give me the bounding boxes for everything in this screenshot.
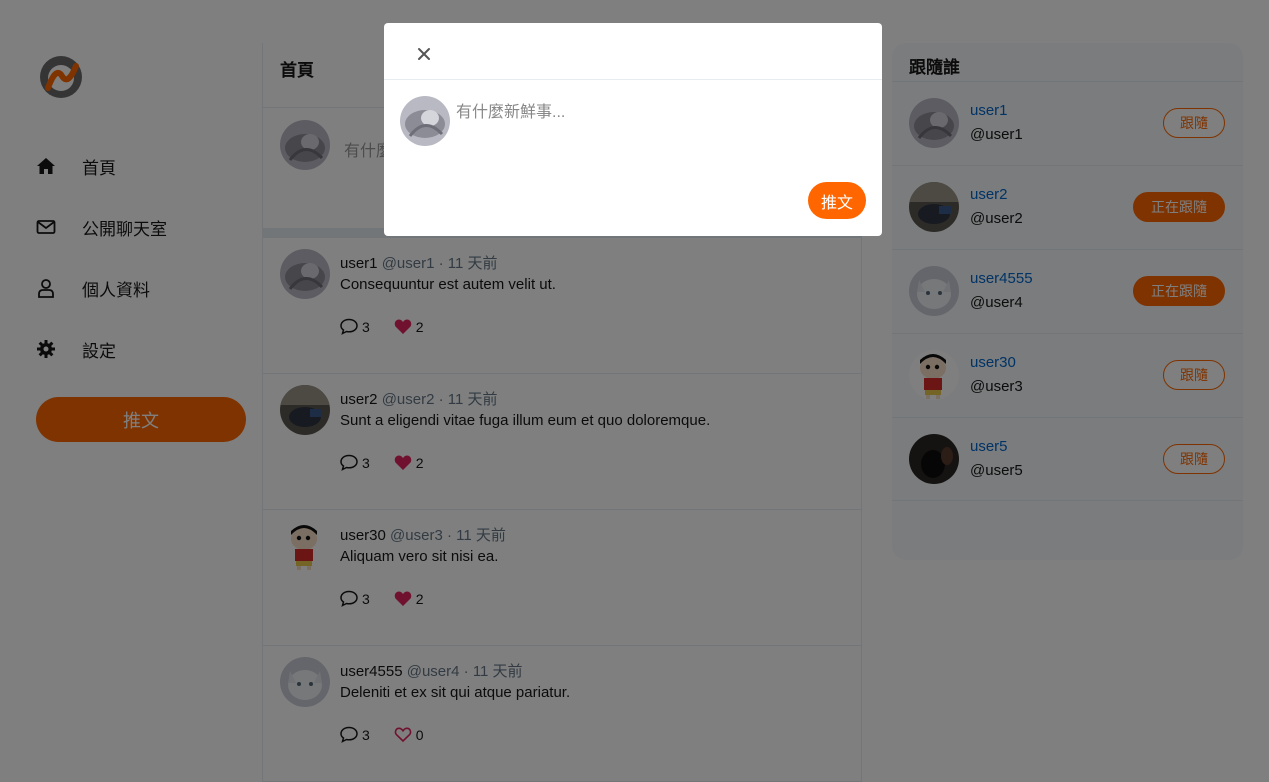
avatar [400, 96, 450, 146]
compose-tweet-modal: 推文 [384, 23, 882, 236]
close-icon [418, 48, 430, 60]
tweet-textarea[interactable] [456, 98, 856, 168]
close-button[interactable] [412, 42, 436, 66]
divider [384, 79, 882, 80]
submit-tweet-button[interactable]: 推文 [808, 182, 866, 219]
